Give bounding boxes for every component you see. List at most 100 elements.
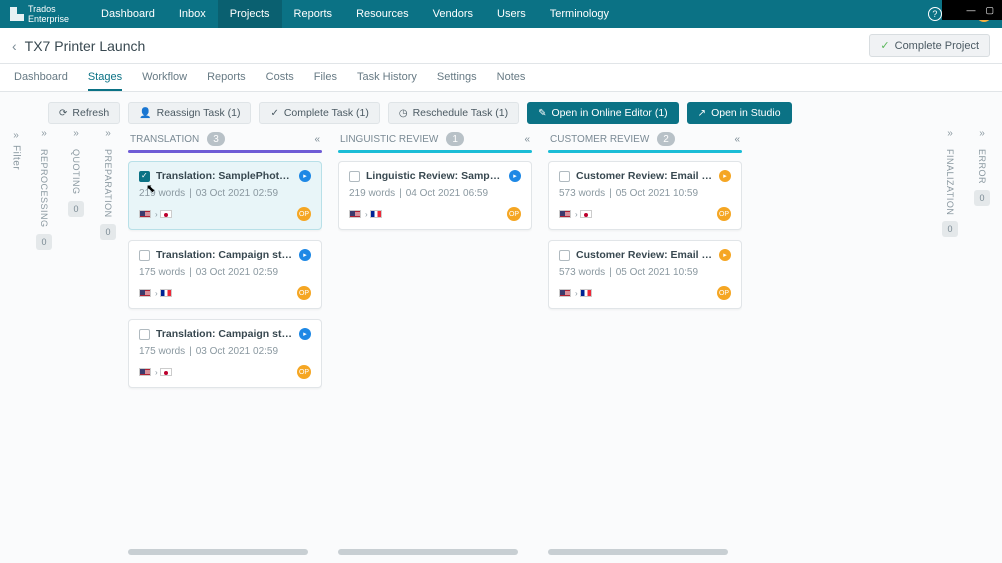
column-scrollbar[interactable]	[548, 549, 728, 555]
top-nav: Trados Enterprise DashboardInboxProjects…	[0, 0, 1002, 28]
task-checkbox[interactable]	[139, 171, 150, 182]
stage-label: FINALIZATION	[945, 149, 955, 215]
task-checkbox[interactable]	[559, 171, 570, 182]
reschedule-task-button[interactable]: ◷Reschedule Task (1)	[388, 102, 519, 124]
nav-vendors[interactable]: Vendors	[421, 0, 485, 28]
collapsed-stage-quoting[interactable]: »QUOTING0	[64, 128, 88, 555]
source-flag-icon	[349, 210, 361, 218]
nav-resources[interactable]: Resources	[344, 0, 421, 28]
collapse-icon[interactable]: «	[524, 134, 530, 145]
help-icon[interactable]: ?	[928, 7, 942, 21]
task-meta: 219 words|03 Oct 2021 02:59	[139, 188, 311, 199]
nav-projects[interactable]: Projects	[218, 0, 282, 28]
assignee-avatar[interactable]: OP	[717, 207, 731, 221]
source-flag-icon	[139, 289, 151, 297]
task-checkbox[interactable]	[139, 329, 150, 340]
column-scrollbar[interactable]	[338, 549, 518, 555]
task-meta: 175 words|03 Oct 2021 02:59	[139, 267, 311, 278]
refresh-button[interactable]: ⟳Refresh	[48, 102, 120, 124]
tab-settings[interactable]: Settings	[437, 64, 477, 91]
nav-users[interactable]: Users	[485, 0, 538, 28]
stage-count: 0	[68, 201, 84, 217]
tab-notes[interactable]: Notes	[497, 64, 526, 91]
project-tabs: Dashboard Stages Workflow Reports Costs Files…	[0, 64, 1002, 92]
source-flag-icon	[139, 210, 151, 218]
tab-costs[interactable]: Costs	[266, 64, 294, 91]
task-title: Translation: SamplePhotoPrinter.docx	[156, 170, 293, 182]
expand-icon[interactable]: »	[41, 128, 47, 139]
expand-icon[interactable]: »	[73, 128, 79, 139]
column-accent	[548, 150, 742, 153]
tab-files[interactable]: Files	[314, 64, 337, 91]
task-card[interactable]: Linguistic Review: SamplePhotoPrinter.do…	[338, 161, 532, 230]
task-card[interactable]: Customer Review: Email communication.htm…	[548, 240, 742, 309]
stage-label: ERROR	[977, 149, 987, 184]
page-title: TX7 Printer Launch	[25, 38, 146, 54]
source-flag-icon	[139, 368, 151, 376]
task-checkbox[interactable]	[139, 250, 150, 261]
task-card[interactable]: Translation: SamplePhotoPrinter.docx▸219…	[128, 161, 322, 230]
nav-dashboard[interactable]: Dashboard	[89, 0, 167, 28]
target-flag-icon	[580, 289, 592, 297]
complete-project-button[interactable]: ✓ Complete Project	[869, 34, 990, 57]
collapse-icon[interactable]: «	[314, 134, 320, 145]
assignee-avatar[interactable]: OP	[297, 365, 311, 379]
expand-icon[interactable]: »	[105, 128, 111, 139]
collapsed-stage-finalization[interactable]: »FINALIZATION0	[938, 128, 962, 555]
task-card[interactable]: Translation: Campaign stats.xlsx▸175 wor…	[128, 240, 322, 309]
tab-stages[interactable]: Stages	[88, 64, 122, 91]
task-meta: 175 words|03 Oct 2021 02:59	[139, 346, 311, 357]
expand-icon[interactable]: »	[979, 128, 985, 139]
minimize-icon[interactable]: —	[966, 5, 975, 15]
task-meta: 573 words|05 Oct 2021 10:59	[559, 267, 731, 278]
nav-reports[interactable]: Reports	[282, 0, 345, 28]
task-status-icon: ▸	[719, 249, 731, 261]
expand-icon[interactable]: »	[947, 128, 953, 139]
assignee-avatar[interactable]: OP	[297, 207, 311, 221]
maximize-icon[interactable]: ▢	[985, 5, 994, 16]
external-icon: ↗	[698, 108, 706, 119]
project-header: ‹ TX7 Printer Launch ✓ Complete Project	[0, 28, 1002, 64]
brand-logo: Trados Enterprise	[10, 4, 69, 24]
collapsed-stage-preparation[interactable]: »PREPARATION0	[96, 128, 120, 555]
window-controls[interactable]: — ▢	[942, 0, 1002, 20]
open-in-studio-button[interactable]: ↗Open in Studio	[687, 102, 792, 124]
collapsed-stage-reprocessing[interactable]: » REPROCESSING 0	[32, 128, 56, 555]
stage-label: PREPARATION	[103, 149, 113, 218]
open-online-editor-button[interactable]: ✎Open in Online Editor (1)	[527, 102, 679, 124]
filter-expand[interactable]: »	[13, 130, 19, 141]
task-card[interactable]: Customer Review: Email communication.htm…	[548, 161, 742, 230]
tab-reports[interactable]: Reports	[207, 64, 246, 91]
tab-dashboard[interactable]: Dashboard	[14, 64, 68, 91]
column-count: 1	[446, 132, 464, 146]
tab-task-history[interactable]: Task History	[357, 64, 417, 91]
tab-workflow[interactable]: Workflow	[142, 64, 187, 91]
column-scrollbar[interactable]	[128, 549, 308, 555]
collapse-icon[interactable]: «	[734, 134, 740, 145]
complete-task-button[interactable]: ✓Complete Task (1)	[259, 102, 379, 124]
arrow-icon: ›	[575, 289, 578, 298]
assignee-avatar[interactable]: OP	[297, 286, 311, 300]
arrow-icon: ›	[155, 210, 158, 219]
edit-icon: ✎	[538, 108, 546, 119]
collapsed-stage-error[interactable]: »ERROR0	[970, 128, 994, 555]
column-title: CUSTOMER REVIEW	[550, 134, 649, 145]
arrow-icon: ›	[155, 289, 158, 298]
source-flag-icon	[559, 289, 571, 297]
nav-inbox[interactable]: Inbox	[167, 0, 218, 28]
task-checkbox[interactable]	[349, 171, 360, 182]
target-flag-icon	[160, 368, 172, 376]
task-title: Customer Review: Email communication.htm…	[576, 170, 713, 182]
column-title: LINGUISTIC REVIEW	[340, 134, 438, 145]
task-card[interactable]: Translation: Campaign stats.xlsx▸175 wor…	[128, 319, 322, 388]
assignee-avatar[interactable]: OP	[507, 207, 521, 221]
assignee-avatar[interactable]: OP	[717, 286, 731, 300]
task-status-icon: ▸	[509, 170, 521, 182]
brand-line1: Trados	[28, 4, 69, 14]
nav-terminology[interactable]: Terminology	[538, 0, 621, 28]
back-button[interactable]: ‹	[12, 38, 17, 54]
reassign-task-button[interactable]: 👤Reassign Task (1)	[128, 102, 251, 124]
stage-count: 0	[36, 234, 52, 250]
task-checkbox[interactable]	[559, 250, 570, 261]
stage-label: REPROCESSING	[39, 149, 49, 228]
